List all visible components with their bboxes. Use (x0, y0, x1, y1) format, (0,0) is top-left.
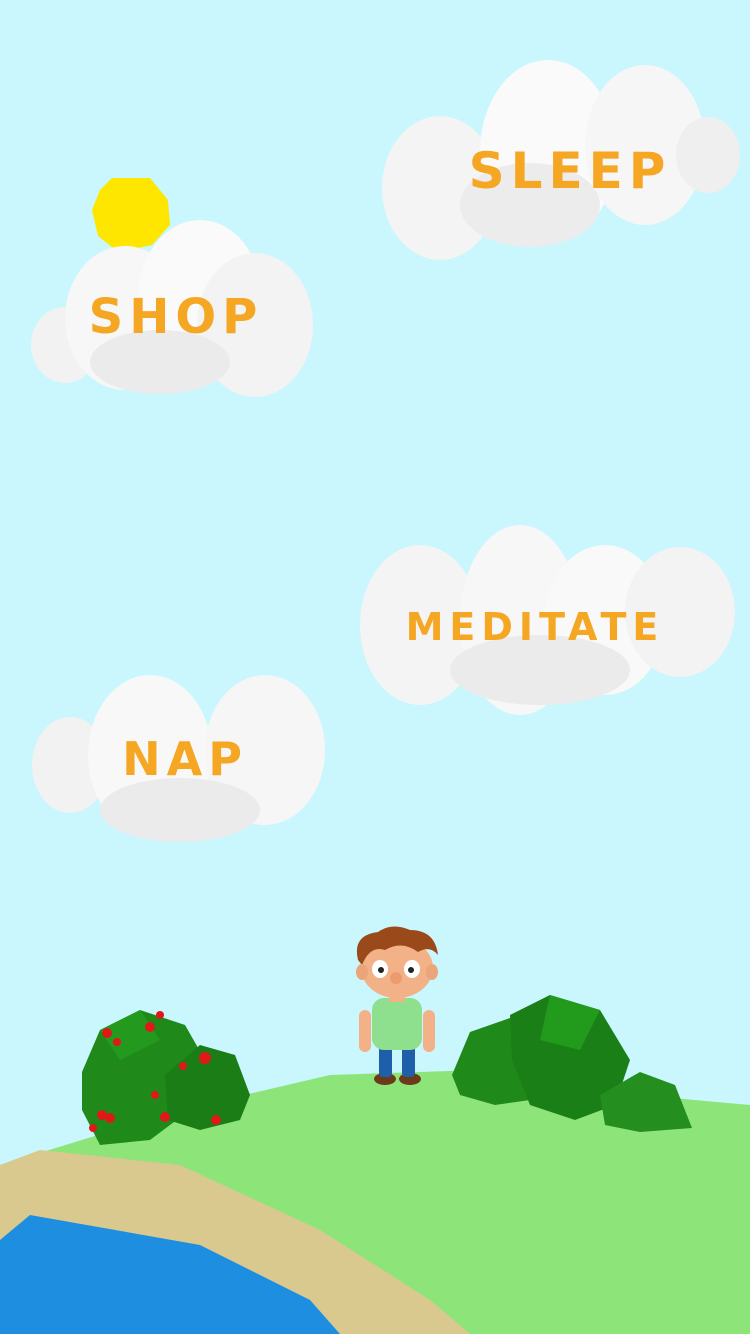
sleep-label: SLEEP (469, 142, 672, 200)
meditate-label: MEDITATE (406, 605, 665, 649)
shop-label: SHOP (89, 289, 264, 345)
nap-label: NAP (122, 732, 248, 786)
game-scene: SLEEP SHOP MEDITATE NAP (0, 0, 750, 1334)
